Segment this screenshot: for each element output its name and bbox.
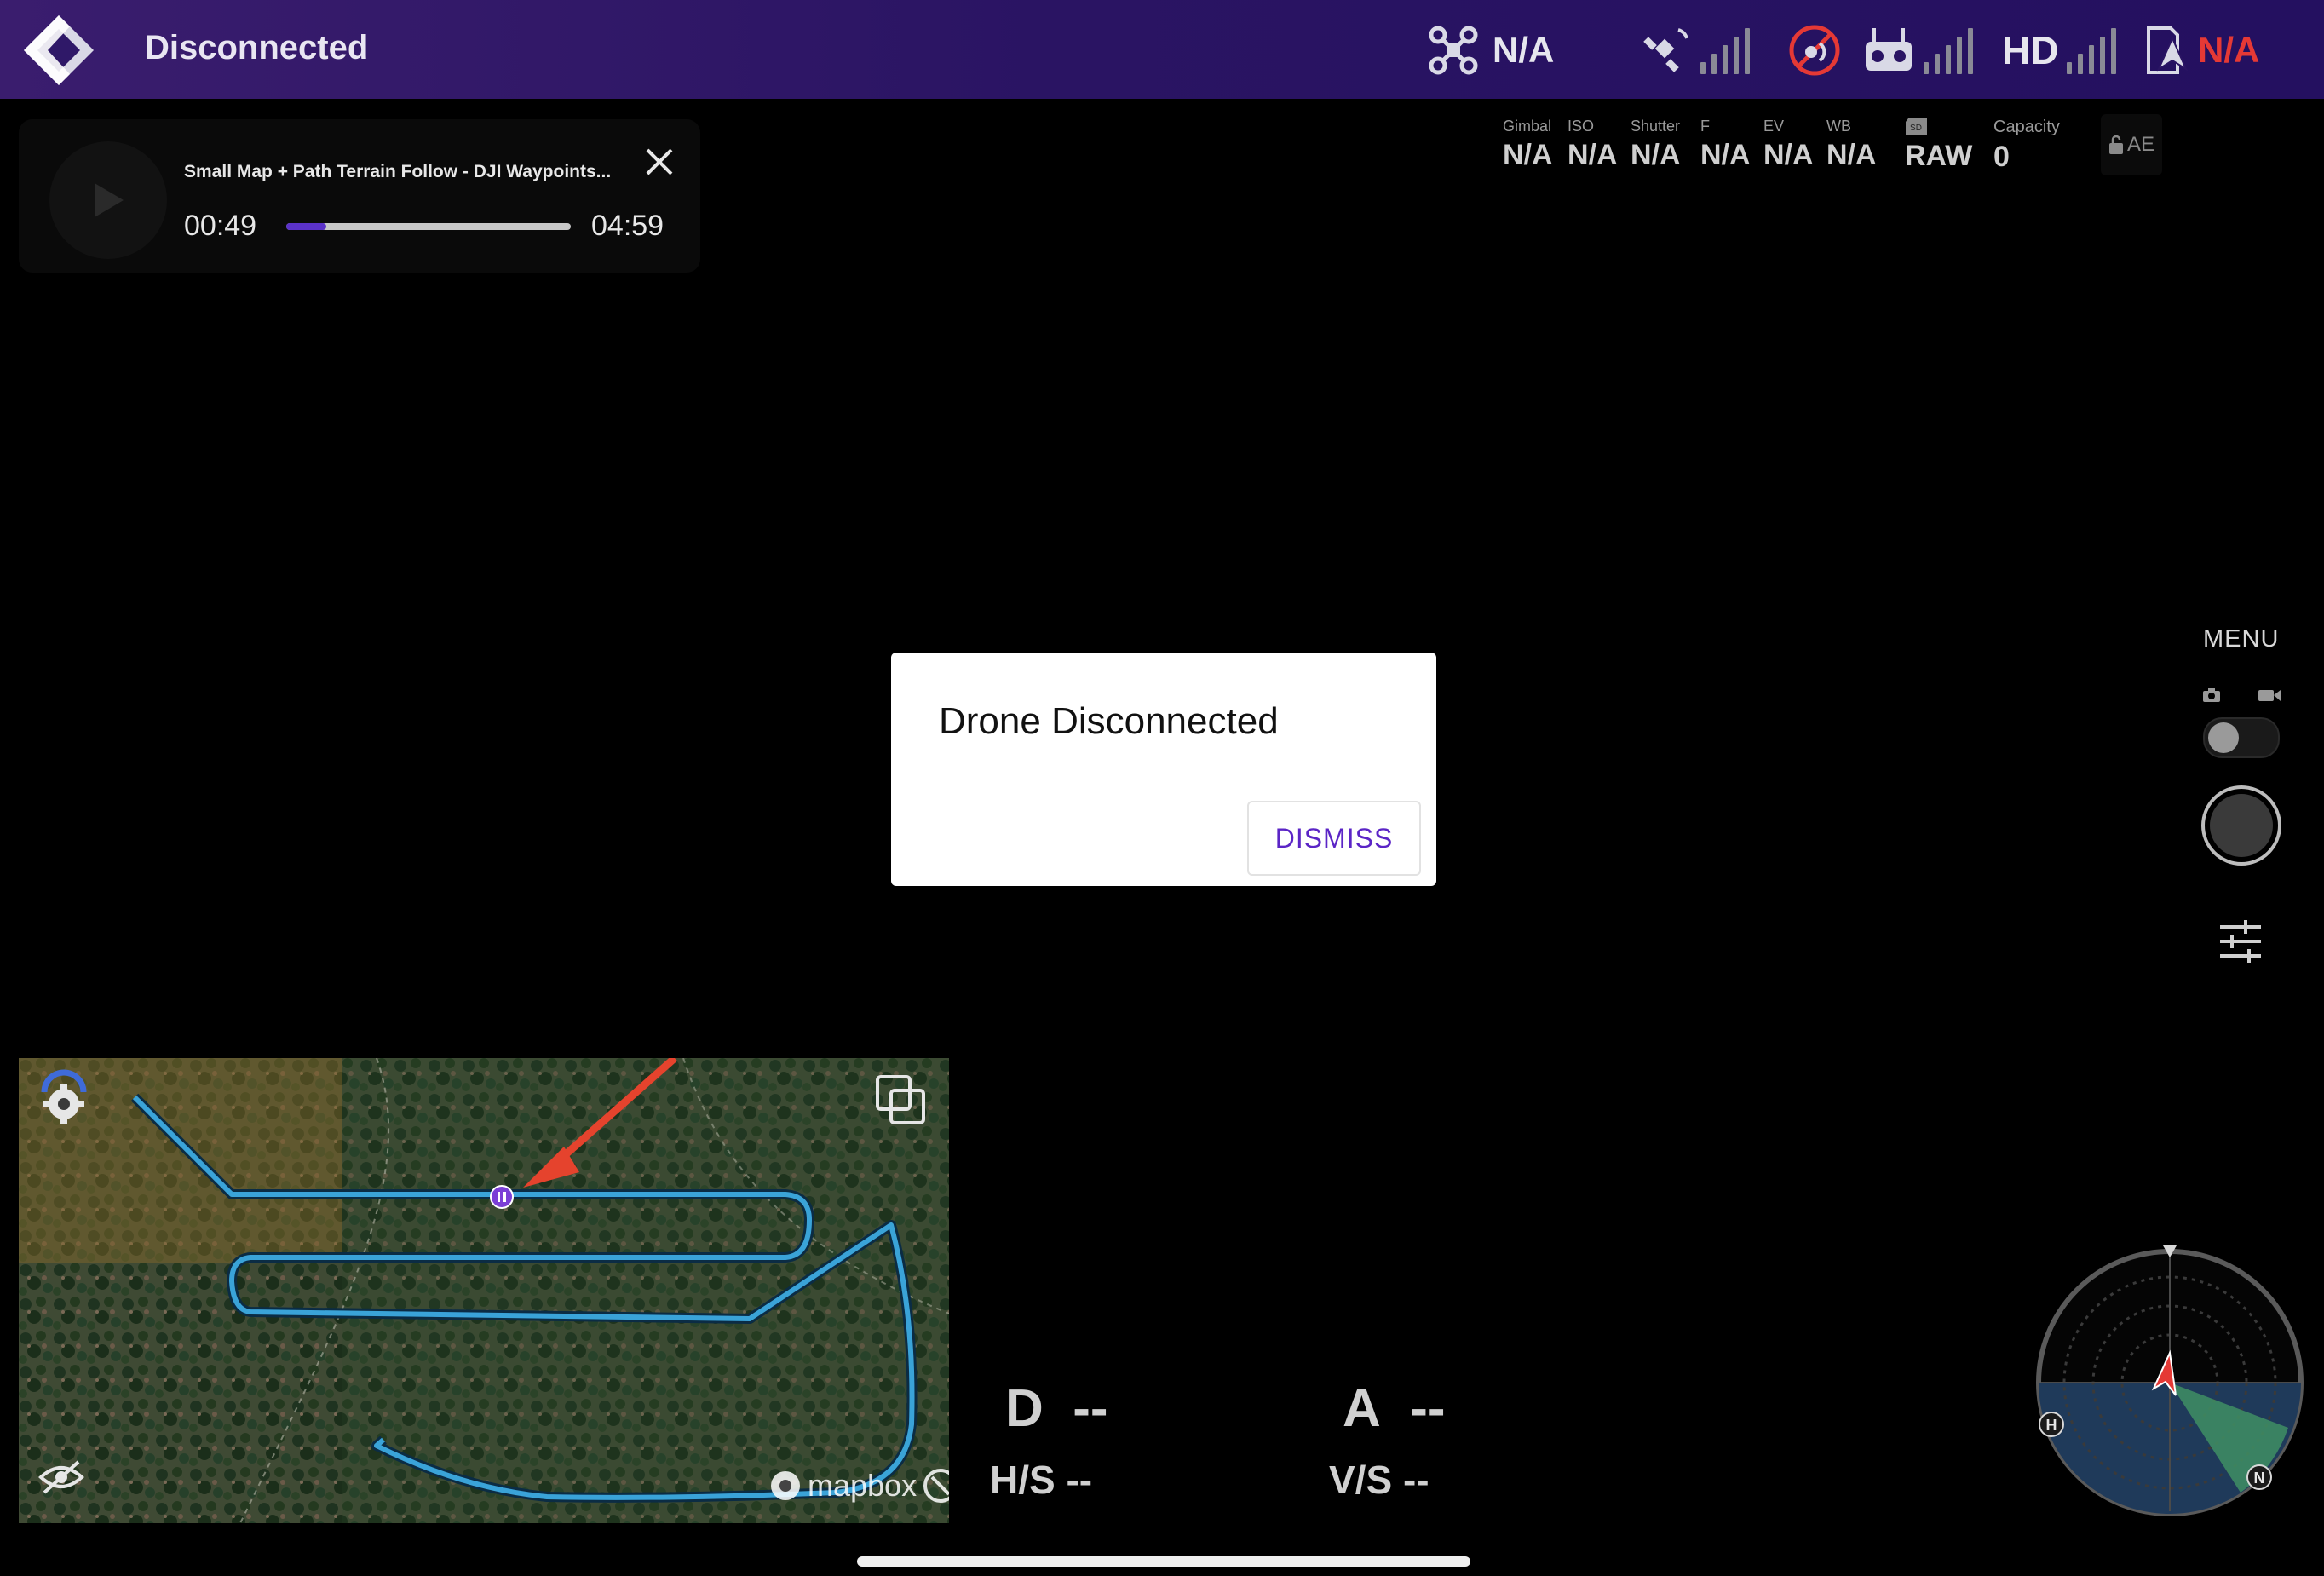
param-format: SD RAW bbox=[1905, 118, 1972, 173]
gps-status[interactable] bbox=[1641, 20, 1750, 80]
connection-status: Disconnected bbox=[145, 29, 369, 66]
drone-status[interactable]: N/A bbox=[1428, 20, 1554, 80]
shutter-button[interactable] bbox=[2201, 785, 2281, 866]
altitude-label: A bbox=[1343, 1379, 1381, 1438]
video-camera-icon bbox=[2258, 690, 2281, 701]
mapbox-logo-icon bbox=[771, 1471, 800, 1500]
param-ev: EV N/A bbox=[1763, 118, 1814, 171]
unlock-icon bbox=[2108, 135, 2123, 154]
vertical-speed-readout: V/S -- bbox=[1329, 1457, 1429, 1503]
mini-map[interactable]: mapbox bbox=[19, 1058, 949, 1523]
compass-radar[interactable]: H N bbox=[2033, 1245, 2307, 1520]
svg-text:SD: SD bbox=[1910, 124, 1922, 133]
distance-readout: D -- bbox=[1005, 1378, 1108, 1439]
progress-slider[interactable] bbox=[286, 223, 571, 230]
swap-view-icon[interactable] bbox=[874, 1073, 927, 1126]
drone-icon bbox=[1429, 26, 1478, 75]
photo-video-toggle[interactable] bbox=[2203, 717, 2280, 758]
video-link-status[interactable]: HD bbox=[2002, 20, 2117, 80]
vs-value: -- bbox=[1402, 1458, 1429, 1502]
app-logo[interactable] bbox=[20, 14, 97, 87]
horizontal-speed-readout: H/S -- bbox=[990, 1457, 1092, 1503]
video-signal-bars bbox=[2067, 26, 2117, 74]
alert-dialog: Drone Disconnected DISMISS bbox=[891, 653, 1436, 886]
hs-value: -- bbox=[1066, 1458, 1093, 1502]
altitude-value: -- bbox=[1410, 1379, 1446, 1438]
obstacle-avoidance-status[interactable] bbox=[1787, 20, 1842, 80]
dialog-title: Drone Disconnected bbox=[939, 700, 1279, 742]
flight-status[interactable]: N/A bbox=[2142, 20, 2259, 80]
param-capacity: Capacity 0 bbox=[1993, 118, 2060, 173]
ae-lock-button[interactable]: AE bbox=[2101, 114, 2162, 175]
drone-model-label: N/A bbox=[1493, 30, 1555, 70]
param-shutter: Shutter N/A bbox=[1631, 118, 1681, 171]
menu-button[interactable]: MENU bbox=[2203, 625, 2279, 653]
distance-value: -- bbox=[1073, 1379, 1108, 1438]
distance-label: D bbox=[1005, 1379, 1044, 1438]
rc-signal-bars bbox=[1924, 26, 1973, 74]
ae-label: AE bbox=[2126, 133, 2154, 156]
vs-label: V/S bbox=[1329, 1458, 1393, 1502]
dismiss-button[interactable]: DISMISS bbox=[1247, 801, 1421, 876]
satellite-imagery bbox=[19, 1058, 949, 1523]
media-player: Small Map + Path Terrain Follow - DJI Wa… bbox=[19, 119, 700, 273]
hs-label: H/S bbox=[990, 1458, 1056, 1502]
top-bar: Disconnected N/A HD N/A bbox=[0, 0, 2324, 99]
home-indicator-bar[interactable] bbox=[857, 1556, 1470, 1567]
param-gimbal: Gimbal N/A bbox=[1503, 118, 1553, 171]
sliders-settings-icon[interactable] bbox=[2218, 920, 2263, 963]
total-time: 04:59 bbox=[591, 210, 664, 242]
waypoint-marker[interactable] bbox=[489, 1184, 515, 1210]
current-time: 00:49 bbox=[184, 210, 257, 242]
play-icon bbox=[95, 183, 124, 217]
sd-card-icon: SD bbox=[1906, 118, 1927, 135]
camera-icon bbox=[2203, 688, 2220, 702]
remote-controller-status[interactable] bbox=[1862, 20, 1973, 80]
gps-signal-bars bbox=[1700, 26, 1750, 74]
mapbox-label: mapbox bbox=[808, 1468, 918, 1503]
hide-eye-icon[interactable] bbox=[37, 1458, 85, 1496]
home-marker-label: H bbox=[2046, 1417, 2057, 1434]
map-settings-icon[interactable] bbox=[37, 1067, 90, 1130]
param-iso: ISO N/A bbox=[1568, 118, 1618, 171]
remote-controller-icon bbox=[1866, 28, 1912, 71]
progress-fill bbox=[286, 223, 326, 230]
remaining-flight-label: N/A bbox=[2198, 30, 2260, 70]
track-title: Small Map + Path Terrain Follow - DJI Wa… bbox=[184, 162, 612, 181]
close-icon[interactable] bbox=[639, 141, 680, 182]
altitude-readout: A -- bbox=[1343, 1378, 1446, 1439]
param-wb: WB N/A bbox=[1826, 118, 1877, 171]
obstacle-avoidance-off-icon bbox=[1789, 25, 1840, 76]
flight-mode-icon bbox=[2147, 26, 2189, 74]
mapbox-attribution[interactable]: mapbox bbox=[768, 1467, 949, 1504]
play-button[interactable] bbox=[49, 141, 167, 259]
video-quality-label: HD bbox=[2002, 28, 2059, 72]
info-icon bbox=[923, 1469, 949, 1503]
satellite-icon bbox=[1643, 28, 1688, 72]
param-aperture: F N/A bbox=[1700, 118, 1751, 171]
camera-parameters[interactable]: Gimbal N/A ISO N/A Shutter N/A F N/A EV N/A W… bbox=[1499, 118, 2164, 179]
north-marker-label: N bbox=[2254, 1470, 2265, 1487]
